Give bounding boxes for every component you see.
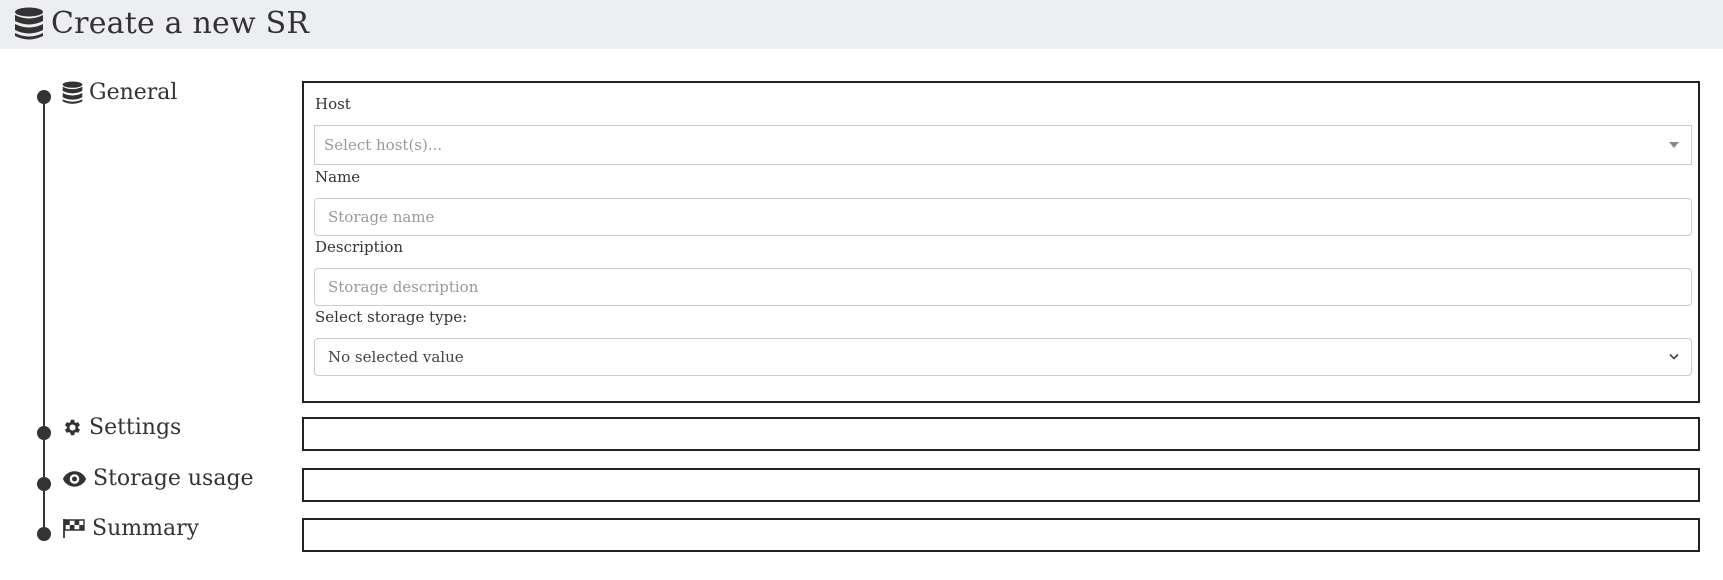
step-label-settings: Settings bbox=[89, 415, 182, 440]
eye-icon bbox=[62, 470, 87, 487]
step-label-general: General bbox=[89, 80, 178, 105]
name-input[interactable]: Storage name bbox=[314, 198, 1692, 236]
step-settings[interactable]: Settings bbox=[62, 415, 181, 440]
timeline-line bbox=[43, 96, 45, 532]
host-select[interactable]: Select host(s)... bbox=[314, 125, 1692, 165]
page-title: Create a new SR bbox=[51, 6, 310, 41]
database-icon bbox=[15, 7, 43, 40]
step-label-summary: Summary bbox=[92, 516, 200, 541]
description-input[interactable]: Storage description bbox=[314, 268, 1692, 306]
storage-type-label: Select storage type: bbox=[315, 308, 468, 326]
description-placeholder: Storage description bbox=[328, 278, 479, 296]
storage-type-select[interactable]: No selected value bbox=[314, 338, 1692, 376]
database-icon bbox=[62, 80, 83, 104]
step-dot-general bbox=[37, 90, 51, 104]
name-label: Name bbox=[315, 168, 361, 186]
name-placeholder: Storage name bbox=[328, 208, 435, 226]
description-label: Description bbox=[315, 238, 404, 256]
general-panel: Host Select host(s)... Name Storage name… bbox=[302, 81, 1700, 403]
caret-down-icon bbox=[1669, 142, 1679, 148]
step-general[interactable]: General bbox=[62, 80, 177, 105]
settings-panel bbox=[302, 417, 1700, 451]
host-placeholder: Select host(s)... bbox=[324, 136, 443, 154]
step-dot-summary bbox=[37, 527, 51, 541]
chevron-down-icon bbox=[1669, 353, 1679, 360]
storage-usage-panel bbox=[302, 468, 1700, 502]
step-storage-usage[interactable]: Storage usage bbox=[62, 466, 254, 491]
storage-type-value: No selected value bbox=[328, 348, 464, 366]
step-dot-settings bbox=[37, 426, 51, 440]
step-label-storage-usage: Storage usage bbox=[93, 466, 254, 491]
gear-icon bbox=[64, 419, 81, 436]
host-label: Host bbox=[315, 95, 351, 113]
flag-checkered-icon bbox=[63, 519, 85, 538]
page-header: Create a new SR bbox=[0, 0, 1723, 49]
summary-panel bbox=[302, 518, 1700, 552]
step-summary[interactable]: Summary bbox=[62, 516, 199, 541]
step-dot-storage-usage bbox=[37, 477, 51, 491]
